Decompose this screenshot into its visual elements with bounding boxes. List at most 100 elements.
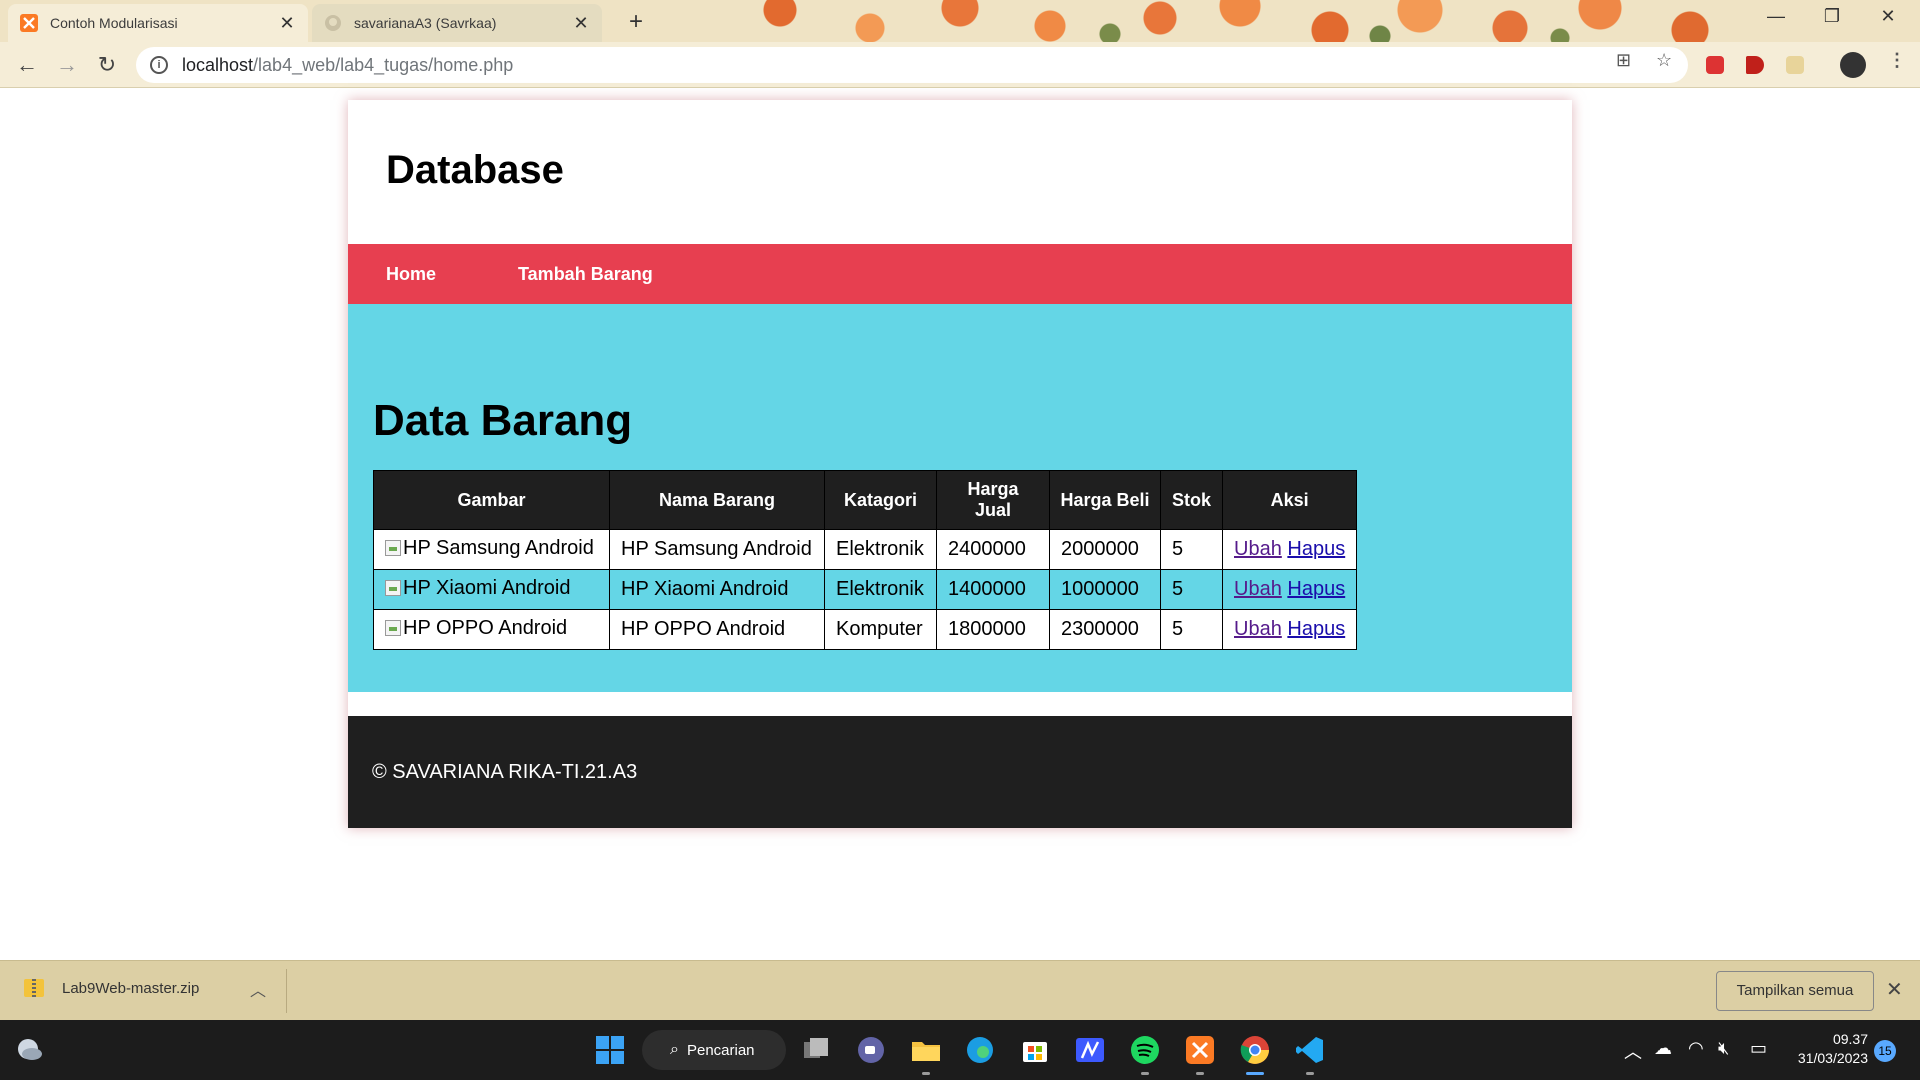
profile-avatar[interactable] <box>1840 52 1866 78</box>
ubah-link[interactable]: Ubah <box>1234 538 1282 560</box>
stok-cell: 5 <box>1160 569 1223 610</box>
aksi-cell: Ubah Hapus <box>1221 609 1358 650</box>
edge-icon[interactable] <box>964 1034 996 1066</box>
running-indicator <box>1306 1072 1314 1075</box>
kategori-cell: Elektronik <box>824 529 937 570</box>
close-download-bar-icon[interactable]: ✕ <box>1886 977 1903 1002</box>
show-all-button[interactable]: Tampilkan semua <box>1716 971 1874 1011</box>
active-indicator <box>1246 1072 1264 1075</box>
github-icon <box>325 15 341 31</box>
nama-cell: HP OPPO Android <box>609 609 825 650</box>
download-item[interactable]: Lab9Web-master.zip <box>24 979 199 997</box>
running-indicator <box>922 1072 930 1075</box>
nama-cell: HP Xiaomi Android <box>609 569 825 610</box>
broken-image-icon <box>385 620 401 637</box>
taskbar-search[interactable]: ⌕ Pencarian <box>642 1030 786 1070</box>
xampp-taskbar-icon[interactable] <box>1184 1034 1216 1066</box>
table-row: HP Xiaomi Android HP Xiaomi Android Elek… <box>373 569 1358 610</box>
chrome-icon[interactable] <box>1239 1034 1271 1066</box>
forward-icon[interactable]: → <box>52 50 82 80</box>
nama-cell: HP Samsung Android <box>609 529 825 570</box>
column-header: Harga Jual <box>936 470 1050 530</box>
image-cell: HP OPPO Android <box>373 609 610 650</box>
menu-kebab-icon[interactable]: ⋮ <box>1888 50 1906 71</box>
tab-title: savarianaA3 (Savrkaa) <box>354 15 497 31</box>
extension-red-icon[interactable] <box>1746 56 1764 74</box>
download-filename: Lab9Web-master.zip <box>62 979 200 997</box>
back-icon[interactable]: ← <box>12 50 42 80</box>
system-clock[interactable]: 09.37 31/03/2023 <box>1788 1030 1868 1068</box>
table-row: HP Samsung Android HP Samsung Android El… <box>373 529 1358 570</box>
column-header: Harga Beli <box>1049 470 1161 530</box>
ubah-link[interactable]: Ubah <box>1234 578 1282 600</box>
harga-jual-cell: 2400000 <box>936 529 1050 570</box>
bookmark-star-icon[interactable]: ☆ <box>1656 50 1672 71</box>
harga-beli-cell: 2000000 <box>1049 529 1161 570</box>
vscode-icon[interactable] <box>1294 1034 1326 1066</box>
table-row: HP OPPO Android HP OPPO Android Komputer… <box>373 609 1358 650</box>
weather-icon[interactable] <box>14 1036 44 1062</box>
nav-tambah-barang-link[interactable]: Tambah Barang <box>518 264 653 285</box>
tab-github[interactable]: savarianaA3 (Savrkaa) ✕ <box>312 4 602 42</box>
extension-pocket-icon[interactable] <box>1706 56 1724 74</box>
volume-muted-icon[interactable]: 🔇︎ <box>1718 1038 1729 1059</box>
close-window-icon[interactable]: ✕ <box>1868 6 1908 27</box>
tab-title: Contoh Modularisasi <box>50 15 178 31</box>
browser-toolbar: ← → ↻ i localhost/lab4_web/lab4_tugas/ho… <box>0 42 1920 88</box>
teams-chat-icon[interactable] <box>855 1034 887 1066</box>
hapus-link[interactable]: Hapus <box>1287 578 1345 600</box>
url-path: /lab4_web/lab4_tugas/home.php <box>253 54 514 75</box>
table-header-row: Gambar Nama Barang Katagori Harga Jual H… <box>373 470 1358 530</box>
translate-icon[interactable]: ⊞ <box>1616 50 1631 71</box>
reload-icon[interactable]: ↻ <box>92 50 122 80</box>
file-explorer-icon[interactable] <box>910 1034 942 1066</box>
battery-icon[interactable]: ▭ <box>1750 1038 1767 1059</box>
hapus-link[interactable]: Hapus <box>1287 618 1345 640</box>
address-bar[interactable]: i localhost/lab4_web/lab4_tugas/home.php <box>136 47 1688 83</box>
divider <box>286 969 287 1013</box>
extension-puzzle-icon[interactable] <box>1786 56 1804 74</box>
stok-cell: 5 <box>1160 529 1223 570</box>
tab-close-icon[interactable]: ✕ <box>278 13 296 34</box>
column-header: Gambar <box>373 470 610 530</box>
windows-start-icon[interactable] <box>594 1034 626 1066</box>
column-header: Aksi <box>1221 470 1358 530</box>
search-icon: ⌕ <box>670 1041 679 1058</box>
main-content: Data Barang Gambar Nama Barang Katagori … <box>348 304 1572 692</box>
chevron-up-icon[interactable]: ︿ <box>250 977 266 1001</box>
aksi-cell: Ubah Hapus <box>1221 529 1358 570</box>
taskbar: ⌕ Pencarian ︿ ☁ ◠ 🔇︎ ▭ 09.37 31/03/2023 … <box>0 1020 1920 1080</box>
column-header: Stok <box>1160 470 1223 530</box>
search-label: Pencarian <box>686 1041 755 1059</box>
harga-beli-cell: 1000000 <box>1049 569 1161 610</box>
page-heading: Data Barang <box>373 396 633 445</box>
zip-file-icon <box>24 979 44 997</box>
mathpix-icon[interactable] <box>1074 1034 1106 1066</box>
page-container: Database Home Tambah Barang Data Barang … <box>348 100 1572 828</box>
site-info-icon[interactable]: i <box>150 56 168 74</box>
site-title: Database <box>386 148 564 192</box>
ubah-link[interactable]: Ubah <box>1234 618 1282 640</box>
task-view-icon[interactable] <box>800 1034 832 1066</box>
nav-home-link[interactable]: Home <box>386 264 436 285</box>
minimize-icon[interactable]: — <box>1756 6 1796 27</box>
kategori-cell: Elektronik <box>824 569 937 610</box>
tab-contoh-modularisasi[interactable]: Contoh Modularisasi ✕ <box>8 4 308 42</box>
microsoft-store-icon[interactable] <box>1019 1034 1051 1066</box>
onedrive-cloud-icon[interactable]: ☁ <box>1654 1038 1672 1059</box>
clock-date: 31/03/2023 <box>1797 1050 1868 1066</box>
download-bar: Lab9Web-master.zip ︿ Tampilkan semua ✕ <box>0 960 1920 1020</box>
restore-icon[interactable]: ❐ <box>1812 6 1852 27</box>
footer-text: © SAVARIANA RIKA-TI.21.A3 <box>372 761 638 783</box>
harga-jual-cell: 1400000 <box>936 569 1050 610</box>
new-tab-button[interactable]: + <box>621 8 651 38</box>
hapus-link[interactable]: Hapus <box>1287 538 1345 560</box>
tab-close-icon[interactable]: ✕ <box>572 13 590 34</box>
kategori-cell: Komputer <box>824 609 937 650</box>
spotify-icon[interactable] <box>1129 1034 1161 1066</box>
show-hidden-icons-chevron-icon[interactable]: ︿ <box>1624 1038 1642 1064</box>
image-cell: HP Xiaomi Android <box>373 569 610 610</box>
notification-badge[interactable]: 15 <box>1874 1040 1896 1062</box>
aksi-cell: Ubah Hapus <box>1221 569 1358 610</box>
wifi-icon[interactable]: ◠ <box>1688 1038 1704 1059</box>
